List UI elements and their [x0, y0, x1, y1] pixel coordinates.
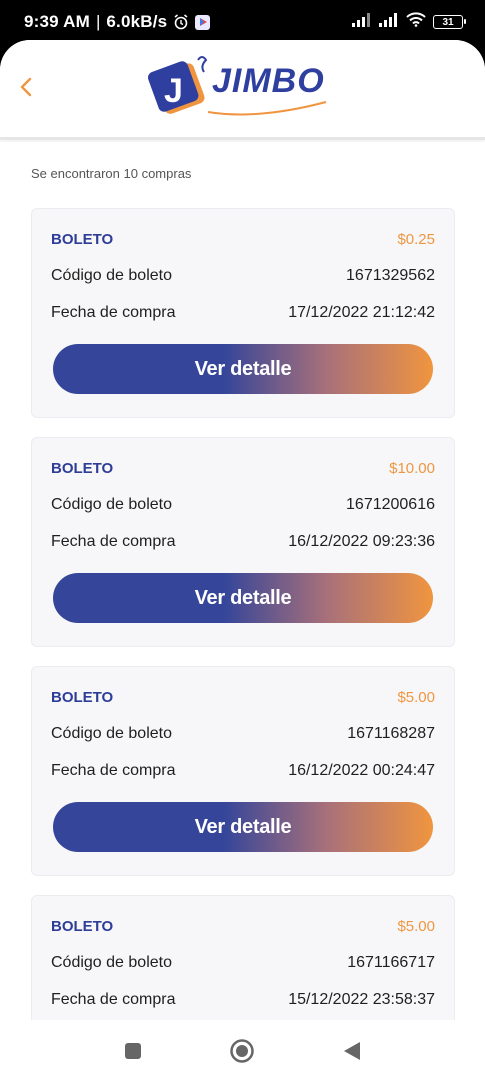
- code-label: Código de boleto: [51, 954, 172, 971]
- purchase-card: BOLETO $10.00 Código de boleto 167120061…: [31, 437, 455, 647]
- battery-icon: 31: [433, 15, 466, 29]
- date-label: Fecha de compra: [51, 304, 176, 321]
- status-left: 9:39 AM | 6.0kB/s: [24, 12, 211, 32]
- status-time: 9:39 AM: [24, 12, 90, 31]
- code-value: 1671168287: [347, 725, 435, 742]
- results-summary: Se encontraron 10 compras: [31, 166, 192, 181]
- purchases-list[interactable]: Se encontraron 10 compras BOLETO $0.25 C…: [0, 142, 485, 1020]
- purchase-card: BOLETO $5.00 Código de boleto 1671168287…: [31, 666, 455, 876]
- logo-text: JIMBO: [212, 62, 325, 100]
- wifi-icon: [406, 12, 426, 32]
- system-nav-bar: [0, 1020, 485, 1080]
- view-detail-button[interactable]: Ver detalle: [53, 344, 433, 394]
- code-label: Código de boleto: [51, 496, 172, 513]
- code-value: 1671166717: [347, 954, 435, 971]
- chevron-left-icon: [20, 77, 32, 97]
- alarm-icon: [173, 14, 189, 30]
- status-right: 31: [352, 12, 466, 32]
- jimbo-logo: J JIMBO: [147, 50, 338, 120]
- date-value: 16/12/2022 00:24:47: [288, 762, 435, 779]
- svg-text:J: J: [164, 72, 183, 110]
- home-circle-icon[interactable]: [229, 1038, 255, 1064]
- purchase-card: BOLETO $0.25 Código de boleto 1671329562…: [31, 208, 455, 418]
- date-value: 17/12/2022 21:12:42: [288, 304, 435, 321]
- purchase-price: $5.00: [397, 689, 435, 706]
- app-screen: J JIMBO Se encontraron 10 compras BOLETO…: [0, 40, 485, 1020]
- code-value: 1671329562: [346, 267, 435, 284]
- date-value: 16/12/2022 09:23:36: [288, 533, 435, 550]
- app-header: J JIMBO: [0, 40, 485, 140]
- signal-icon: [379, 12, 399, 32]
- purchase-card: BOLETO $5.00 Código de boleto 1671166717…: [31, 895, 455, 1020]
- code-value: 1671200616: [346, 496, 435, 513]
- purchase-type: BOLETO: [51, 918, 114, 935]
- purchase-price: $5.00: [397, 918, 435, 935]
- purchase-type: BOLETO: [51, 231, 114, 248]
- recents-square-icon[interactable]: [120, 1038, 146, 1064]
- network-speed: 6.0kB/s: [106, 12, 168, 31]
- date-label: Fecha de compra: [51, 991, 176, 1008]
- date-value: 15/12/2022 23:58:37: [288, 991, 435, 1008]
- play-store-icon: [195, 14, 211, 30]
- status-separator: |: [95, 12, 101, 31]
- view-detail-button[interactable]: Ver detalle: [53, 573, 433, 623]
- view-detail-button[interactable]: Ver detalle: [53, 802, 433, 852]
- date-label: Fecha de compra: [51, 533, 176, 550]
- purchase-price: $0.25: [397, 231, 435, 248]
- code-label: Código de boleto: [51, 725, 172, 742]
- purchase-price: $10.00: [389, 460, 435, 477]
- code-label: Código de boleto: [51, 267, 172, 284]
- back-triangle-icon[interactable]: [339, 1038, 365, 1064]
- date-label: Fecha de compra: [51, 762, 176, 779]
- purchase-type: BOLETO: [51, 689, 114, 706]
- status-bar: 9:39 AM | 6.0kB/s 31: [0, 0, 485, 44]
- purchase-type: BOLETO: [51, 460, 114, 477]
- signal-icon: [352, 12, 372, 32]
- back-button[interactable]: [14, 74, 38, 100]
